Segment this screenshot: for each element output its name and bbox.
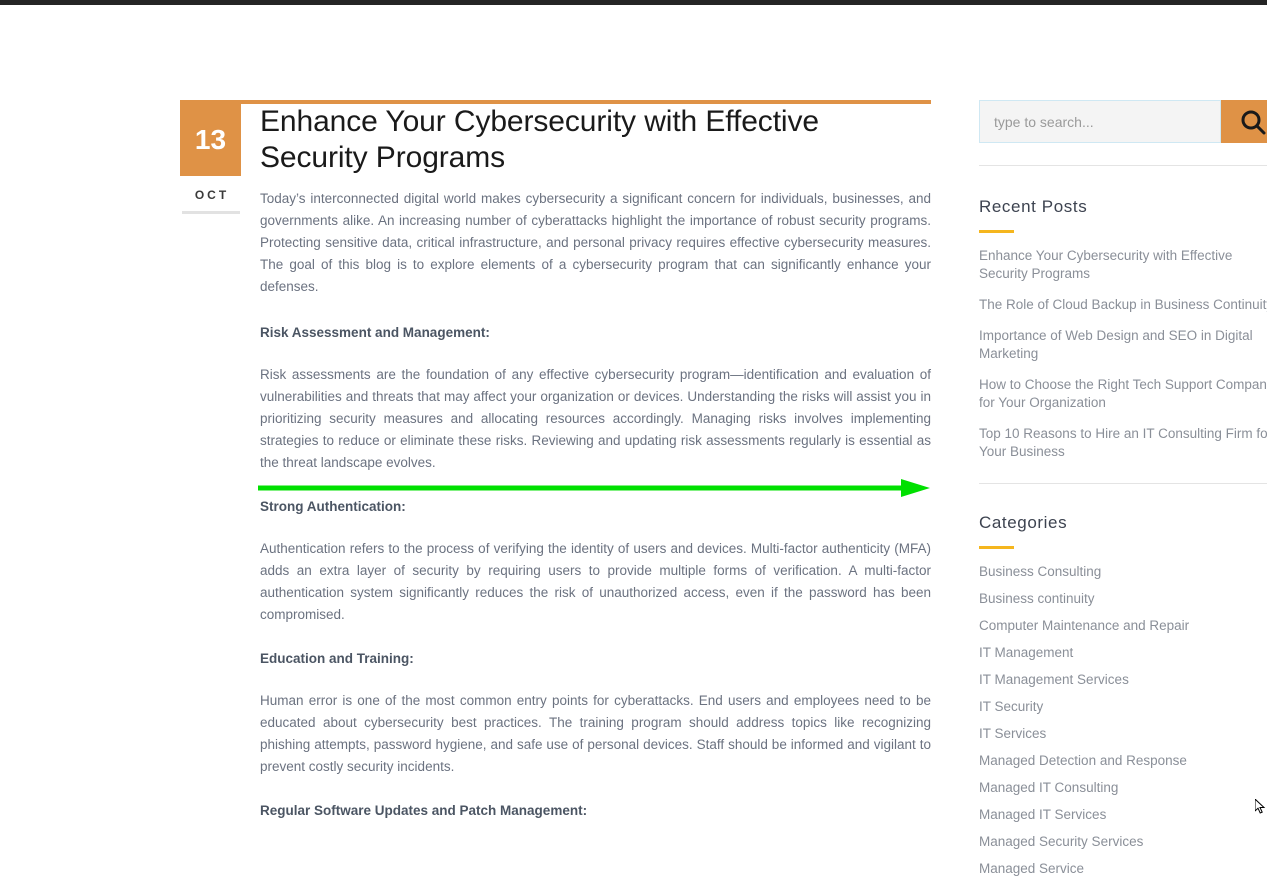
- list-item[interactable]: Business continuity: [979, 590, 1267, 608]
- post-subheading: Risk Assessment and Management:: [260, 325, 490, 340]
- post-subheading: Regular Software Updates and Patch Manag…: [260, 803, 588, 818]
- list-item[interactable]: Computer Maintenance and Repair: [979, 617, 1267, 635]
- list-item[interactable]: Managed Detection and Response: [979, 752, 1267, 770]
- sidebar: Recent Posts Enhance Your Cybersecurity …: [979, 100, 1267, 878]
- recent-posts-title: Recent Posts: [979, 197, 1088, 216]
- post-paragraph: Risk assessments are the foundation of a…: [260, 367, 931, 470]
- page-title: Enhance Your Cybersecurity with Effectiv…: [260, 105, 819, 174]
- list-item[interactable]: Enhance Your Cybersecurity with Effectiv…: [979, 247, 1267, 283]
- post-paragraph: Authentication refers to the process of …: [260, 541, 931, 622]
- blog-post-article: 13 OCT Enhance Your Cybersecurity with E…: [180, 100, 931, 842]
- recent-posts-list: Enhance Your Cybersecurity with Effectiv…: [979, 247, 1267, 461]
- recent-posts-widget: Recent Posts Enhance Your Cybersecurity …: [979, 197, 1267, 461]
- categories-widget: Categories Business Consulting Business …: [979, 513, 1267, 878]
- list-item[interactable]: Business Consulting: [979, 563, 1267, 581]
- post-paragraph: Human error is one of the most common en…: [260, 693, 931, 774]
- list-item[interactable]: The Role of Cloud Backup in Business Con…: [979, 296, 1267, 314]
- list-item[interactable]: IT Services: [979, 725, 1267, 743]
- search-widget: [979, 100, 1267, 143]
- list-item[interactable]: How to Choose the Right Tech Support Com…: [979, 376, 1267, 412]
- categories-title: Categories: [979, 513, 1068, 532]
- list-item[interactable]: Importance of Web Design and SEO in Digi…: [979, 327, 1267, 363]
- page-canvas: 13 OCT Enhance Your Cybersecurity with E…: [0, 5, 1267, 876]
- list-item[interactable]: Managed Security Services: [979, 833, 1267, 851]
- list-item[interactable]: Managed IT Consulting: [979, 779, 1267, 797]
- recent-posts-accent-bar: [979, 230, 1014, 233]
- post-date-day: 13: [180, 104, 241, 176]
- list-item[interactable]: Top 10 Reasons to Hire an IT Consulting …: [979, 425, 1267, 461]
- post-body: Today’s interconnected digital world mak…: [180, 176, 931, 822]
- post-date-rule: [182, 211, 240, 214]
- search-input[interactable]: [979, 100, 1221, 143]
- list-item[interactable]: IT Management Services: [979, 671, 1267, 689]
- post-date-badge: 13 OCT: [180, 104, 241, 214]
- list-item[interactable]: Managed IT Services: [979, 806, 1267, 824]
- post-subheading: Education and Training:: [260, 651, 414, 666]
- search-icon: [1241, 110, 1266, 134]
- search-button[interactable]: [1221, 100, 1267, 143]
- post-subheading: Strong Authentication:: [260, 499, 406, 514]
- list-item[interactable]: IT Management: [979, 644, 1267, 662]
- categories-accent-bar: [979, 546, 1014, 549]
- post-paragraph: Today’s interconnected digital world mak…: [260, 191, 931, 294]
- article-header: 13 OCT Enhance Your Cybersecurity with E…: [180, 104, 931, 822]
- mouse-cursor: [1255, 799, 1266, 814]
- list-item[interactable]: Managed Service: [979, 860, 1267, 878]
- post-date-month: OCT: [194, 188, 230, 202]
- categories-list: Business Consulting Business continuity …: [979, 563, 1267, 878]
- list-item[interactable]: IT Security: [979, 698, 1267, 716]
